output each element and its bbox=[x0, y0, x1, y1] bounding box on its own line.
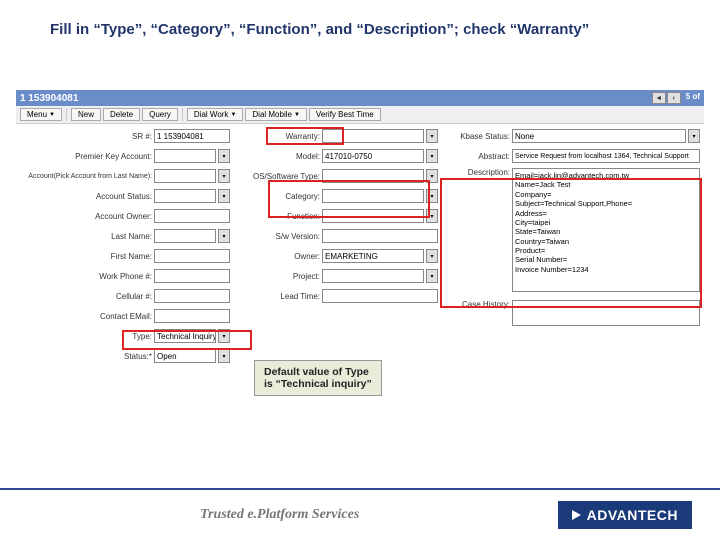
account-status-label: Account Status: bbox=[20, 192, 152, 201]
dial-work-button[interactable]: Dial Work▼ bbox=[187, 108, 243, 121]
sr-field[interactable]: 1 153904081 bbox=[154, 129, 230, 143]
premier-label: Premier Key Account: bbox=[20, 152, 152, 161]
cellular-field[interactable] bbox=[154, 289, 230, 303]
dropdown-icon[interactable]: ▾ bbox=[426, 169, 438, 183]
footer-tagline: Trusted e.Platform Services bbox=[200, 507, 359, 523]
dial-mobile-button[interactable]: Dial Mobile▼ bbox=[245, 108, 307, 121]
chevron-down-icon: ▼ bbox=[294, 112, 300, 118]
work-phone-field[interactable] bbox=[154, 269, 230, 283]
lead-time-field[interactable] bbox=[322, 289, 438, 303]
model-field[interactable]: 417010-0750 bbox=[322, 149, 424, 163]
case-history-label: Case History: bbox=[446, 300, 510, 309]
function-field[interactable] bbox=[322, 209, 424, 223]
work-phone-label: Work Phone #: bbox=[20, 272, 152, 281]
form-column-1: SR #:1 153904081 Premier Key Account: ▾ A… bbox=[20, 128, 230, 364]
dropdown-icon[interactable]: ▾ bbox=[426, 249, 438, 263]
dropdown-icon[interactable]: ▾ bbox=[218, 189, 230, 203]
warranty-label: Warranty: bbox=[238, 132, 320, 141]
first-name-field[interactable] bbox=[154, 249, 230, 263]
dropdown-icon[interactable]: ▾ bbox=[688, 129, 700, 143]
abstract-field[interactable]: Service Request from localhost 1364, Tec… bbox=[512, 149, 700, 163]
dropdown-icon[interactable]: ▾ bbox=[426, 149, 438, 163]
account-status-field[interactable] bbox=[154, 189, 216, 203]
callout-line1: Default value of Type bbox=[264, 366, 372, 378]
contact-email-field[interactable] bbox=[154, 309, 230, 323]
callout-line2: is “Technical inquiry” bbox=[264, 378, 372, 390]
account-owner-field[interactable] bbox=[154, 209, 230, 223]
nav-first-button[interactable]: ◄ bbox=[652, 92, 666, 104]
type-label: Type: bbox=[20, 332, 152, 341]
slide-footer: Trusted e.Platform Services ADVANTECH bbox=[0, 488, 720, 540]
sw-version-field[interactable] bbox=[322, 229, 438, 243]
project-label: Project: bbox=[238, 272, 320, 281]
new-button[interactable]: New bbox=[71, 108, 101, 121]
sr-label: SR #: bbox=[20, 132, 152, 141]
dropdown-icon[interactable]: ▾ bbox=[426, 209, 438, 223]
last-name-label: Last Name: bbox=[20, 232, 152, 241]
slide-title: Fill in “Type”, “Category”, “Function”, … bbox=[50, 20, 650, 40]
account-owner-label: Account Owner: bbox=[20, 212, 152, 221]
contact-email-label: Contact EMail: bbox=[20, 312, 152, 321]
description-field[interactable]: Email=jack.lin@advantech.com.twName=Jack… bbox=[512, 168, 700, 292]
description-label: Description: bbox=[446, 168, 510, 177]
project-field[interactable] bbox=[322, 269, 424, 283]
account-pick-label: Account(Pick Account from Last Name): bbox=[20, 173, 152, 180]
page-info: 5 of bbox=[686, 92, 700, 104]
titlebar: 1 153904081 ◄ ‹ 5 of bbox=[16, 90, 704, 106]
verify-button[interactable]: Verify Best Time bbox=[309, 108, 381, 121]
form-column-2: Warranty:▾ Model:417010-0750▾ OS/Softwar… bbox=[238, 128, 438, 364]
dropdown-icon[interactable]: ▾ bbox=[218, 329, 230, 343]
dropdown-icon[interactable]: ▾ bbox=[218, 149, 230, 163]
premier-field[interactable] bbox=[154, 149, 216, 163]
status-field[interactable]: Open bbox=[154, 349, 216, 363]
dropdown-icon[interactable]: ▾ bbox=[426, 269, 438, 283]
category-label: Category: bbox=[238, 192, 320, 201]
first-name-label: First Name: bbox=[20, 252, 152, 261]
menubar: Menu▼ New Delete Query Dial Work▼ Dial M… bbox=[16, 106, 704, 124]
case-history-field[interactable] bbox=[512, 300, 700, 326]
sw-version-label: S/w Version: bbox=[238, 232, 320, 241]
category-field[interactable] bbox=[322, 189, 424, 203]
form-column-3: Kbase Status:None▾ Abstract:Service Requ… bbox=[446, 128, 700, 364]
type-field[interactable]: Technical Inquiry bbox=[154, 329, 216, 343]
form-area: SR #:1 153904081 Premier Key Account: ▾ A… bbox=[16, 124, 704, 368]
ossw-label: OS/Software Type: bbox=[238, 172, 320, 181]
dropdown-icon[interactable]: ▾ bbox=[426, 129, 438, 143]
menu-button[interactable]: Menu▼ bbox=[20, 108, 62, 121]
kbase-field[interactable]: None bbox=[512, 129, 686, 143]
query-button[interactable]: Query bbox=[142, 108, 178, 121]
dropdown-icon[interactable]: ▾ bbox=[426, 189, 438, 203]
ossw-field[interactable] bbox=[322, 169, 424, 183]
owner-field[interactable]: EMARKETING bbox=[322, 249, 424, 263]
lead-time-label: Lead Time: bbox=[238, 292, 320, 301]
delete-button[interactable]: Delete bbox=[103, 108, 140, 121]
chevron-down-icon: ▼ bbox=[49, 112, 55, 118]
dropdown-icon[interactable]: ▾ bbox=[218, 349, 230, 363]
kbase-label: Kbase Status: bbox=[446, 132, 510, 141]
record-id: 1 153904081 bbox=[20, 93, 78, 104]
dropdown-icon[interactable]: ▾ bbox=[218, 169, 230, 183]
account-pick-field[interactable] bbox=[154, 169, 216, 183]
cellular-label: Cellular #: bbox=[20, 292, 152, 301]
function-label: Function: bbox=[238, 212, 320, 221]
callout-box: Default value of Type is “Technical inqu… bbox=[254, 360, 382, 396]
app-window: 1 153904081 ◄ ‹ 5 of Menu▼ New Delete Qu… bbox=[16, 90, 704, 368]
dropdown-icon[interactable]: ▾ bbox=[218, 229, 230, 243]
last-name-field[interactable] bbox=[154, 229, 216, 243]
owner-label: Owner: bbox=[238, 252, 320, 261]
chevron-down-icon: ▼ bbox=[230, 112, 236, 118]
brand-logo: ADVANTECH bbox=[558, 501, 692, 529]
warranty-field[interactable] bbox=[322, 129, 424, 143]
status-label: Status:* bbox=[20, 352, 152, 361]
model-label: Model: bbox=[238, 152, 320, 161]
nav-prev-button[interactable]: ‹ bbox=[667, 92, 681, 104]
titlebar-nav: ◄ ‹ 5 of bbox=[652, 92, 700, 104]
brand-name: ADVANTECH bbox=[587, 507, 678, 523]
logo-triangle-icon bbox=[572, 510, 581, 520]
abstract-label: Abstract: bbox=[446, 152, 510, 161]
